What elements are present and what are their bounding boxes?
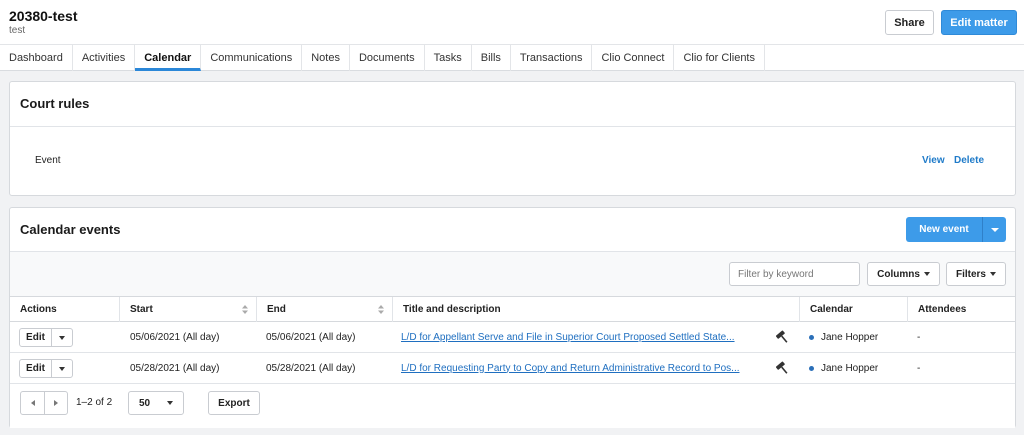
chevron-down-icon xyxy=(167,401,173,405)
chevron-down-icon xyxy=(990,227,999,232)
table-row: Edit 05/28/2021 (All day) 05/28/2021 (Al… xyxy=(10,353,1015,384)
chevron-down-icon xyxy=(990,272,996,276)
columns-label: Columns xyxy=(877,268,920,280)
column-header-actions-label: Actions xyxy=(20,304,57,315)
column-header-title: Title and description xyxy=(393,297,800,322)
row-attendees: - xyxy=(917,362,921,374)
tab-tasks[interactable]: Tasks xyxy=(425,45,472,71)
court-rules-divider xyxy=(10,126,1015,127)
previous-page-button[interactable] xyxy=(21,392,44,414)
matter-subtitle: test xyxy=(9,25,26,36)
tab-documents[interactable]: Documents xyxy=(350,45,425,71)
tab-bills[interactable]: Bills xyxy=(472,45,511,71)
edit-matter-button[interactable]: Edit matter xyxy=(941,10,1017,35)
tab-calendar[interactable]: Calendar xyxy=(135,45,202,71)
matter-tabs: Dashboard Activities Calendar Communicat… xyxy=(0,44,1024,71)
new-event-button[interactable]: New event xyxy=(906,217,982,242)
row-edit-dropdown-button[interactable] xyxy=(52,360,72,377)
filters-button[interactable]: Filters xyxy=(946,262,1006,286)
row-title-cell: L/D for Appellant Serve and File in Supe… xyxy=(401,322,763,352)
row-title-link[interactable]: L/D for Requesting Party to Copy and Ret… xyxy=(401,363,740,374)
pagination-arrows xyxy=(20,391,68,415)
share-button[interactable]: Share xyxy=(885,10,934,35)
column-header-title-label: Title and description xyxy=(403,304,501,315)
matter-header: 20380-test test Share Edit matter xyxy=(0,0,1024,44)
row-edit-split-button: Edit xyxy=(19,328,73,347)
court-rule-view-link[interactable]: View xyxy=(922,155,945,166)
table-row: Edit 05/06/2021 (All day) 05/06/2021 (Al… xyxy=(10,322,1015,353)
tab-dashboard[interactable]: Dashboard xyxy=(0,45,73,71)
court-rules-title: Court rules xyxy=(20,96,90,111)
row-calendar-name: Jane Hopper xyxy=(821,362,879,374)
row-edit-split-button: Edit xyxy=(19,359,73,378)
chevron-left-icon xyxy=(30,400,35,406)
events-table-header: Actions Start End Title and description … xyxy=(10,296,1015,322)
row-end: 05/28/2021 (All day) xyxy=(266,362,356,374)
export-button[interactable]: Export xyxy=(208,391,260,415)
columns-button[interactable]: Columns xyxy=(867,262,940,286)
row-attendees: - xyxy=(917,331,921,343)
gavel-icon xyxy=(776,361,788,374)
gavel-icon xyxy=(776,330,788,343)
pagination-range: 1–2 of 2 xyxy=(76,397,113,408)
chevron-down-icon xyxy=(59,335,65,340)
column-header-start-label: Start xyxy=(130,304,153,315)
chevron-down-icon xyxy=(59,366,65,371)
column-header-attendees-label: Attendees xyxy=(918,304,967,315)
calendar-events-title: Calendar events xyxy=(20,222,121,237)
tab-clio-connect[interactable]: Clio Connect xyxy=(592,45,675,71)
chevron-down-icon xyxy=(923,272,930,276)
new-event-split-button: New event xyxy=(906,217,1006,242)
column-header-actions: Actions xyxy=(10,297,120,322)
row-start: 05/06/2021 (All day) xyxy=(130,331,220,343)
calendar-color-dot xyxy=(809,334,814,340)
column-header-calendar: Calendar xyxy=(800,297,908,322)
events-toolbar xyxy=(10,251,1015,296)
column-header-calendar-label: Calendar xyxy=(810,304,853,315)
row-calendar: Jane Hopper xyxy=(809,322,878,352)
events-table-footer: 1–2 of 2 50 Export xyxy=(10,384,1015,428)
per-page-value: 50 xyxy=(139,397,151,409)
row-start: 05/28/2021 (All day) xyxy=(130,362,220,374)
new-event-dropdown-button[interactable] xyxy=(982,217,1006,242)
filters-label: Filters xyxy=(955,268,986,280)
next-page-button[interactable] xyxy=(44,392,67,414)
tab-communications[interactable]: Communications xyxy=(201,45,303,71)
calendar-events-panel: Calendar events New event Columns Filter… xyxy=(9,207,1016,428)
court-rule-event-label: Event xyxy=(35,155,61,166)
row-edit-dropdown-button[interactable] xyxy=(52,329,72,346)
tab-clio-for-clients[interactable]: Clio for Clients xyxy=(674,45,765,71)
row-title-cell: L/D for Requesting Party to Copy and Ret… xyxy=(401,353,763,383)
column-header-start[interactable]: Start xyxy=(120,297,257,322)
chevron-right-icon xyxy=(54,400,58,406)
row-calendar: Jane Hopper xyxy=(809,353,878,383)
tab-activities[interactable]: Activities xyxy=(73,45,136,71)
sort-icon xyxy=(242,305,248,314)
row-end: 05/06/2021 (All day) xyxy=(266,331,356,343)
column-header-end[interactable]: End xyxy=(257,297,393,322)
filter-keyword-input[interactable] xyxy=(729,262,860,286)
court-rules-panel: Court rules Event View Delete xyxy=(9,81,1016,196)
tab-notes[interactable]: Notes xyxy=(302,45,350,71)
column-header-attendees: Attendees xyxy=(908,297,1015,322)
per-page-select[interactable]: 50 xyxy=(128,391,184,415)
matter-title: 20380-test xyxy=(9,8,78,24)
column-header-end-label: End xyxy=(267,304,286,315)
row-edit-button[interactable]: Edit xyxy=(20,360,52,377)
row-title-link[interactable]: L/D for Appellant Serve and File in Supe… xyxy=(401,332,735,343)
row-edit-button[interactable]: Edit xyxy=(20,329,52,346)
court-rule-delete-link[interactable]: Delete xyxy=(954,155,984,166)
tab-transactions[interactable]: Transactions xyxy=(511,45,593,71)
sort-icon xyxy=(378,305,384,314)
row-calendar-name: Jane Hopper xyxy=(821,331,879,343)
calendar-color-dot xyxy=(809,365,814,371)
